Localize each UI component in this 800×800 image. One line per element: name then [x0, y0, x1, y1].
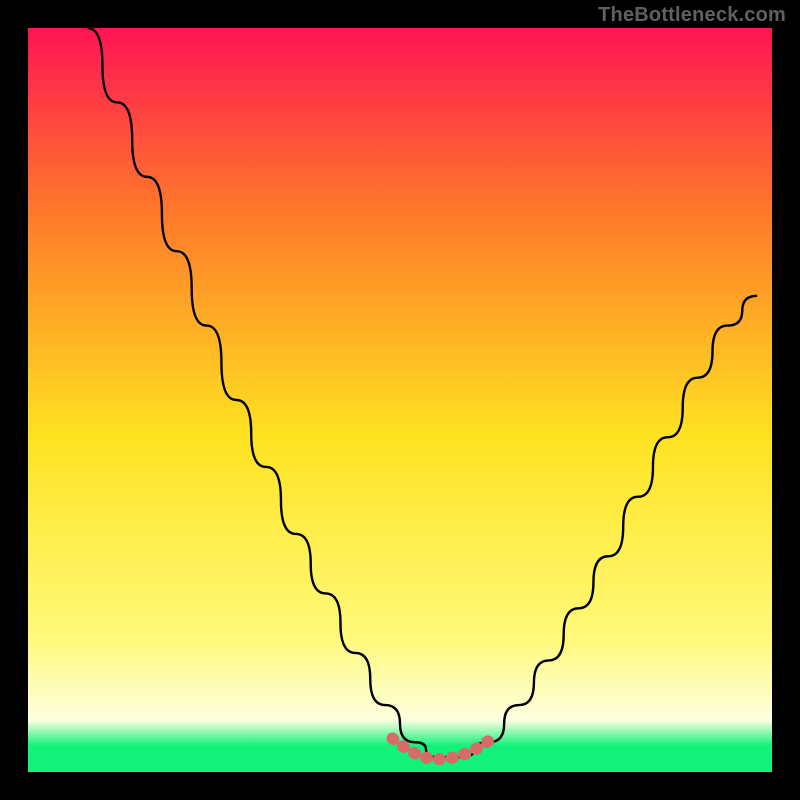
- gradient-background: [28, 28, 772, 772]
- watermark-text: TheBottleneck.com: [598, 4, 786, 27]
- chart-svg: [28, 28, 772, 772]
- chart-frame: TheBottleneck.com: [0, 0, 800, 800]
- plot-area: [28, 28, 772, 772]
